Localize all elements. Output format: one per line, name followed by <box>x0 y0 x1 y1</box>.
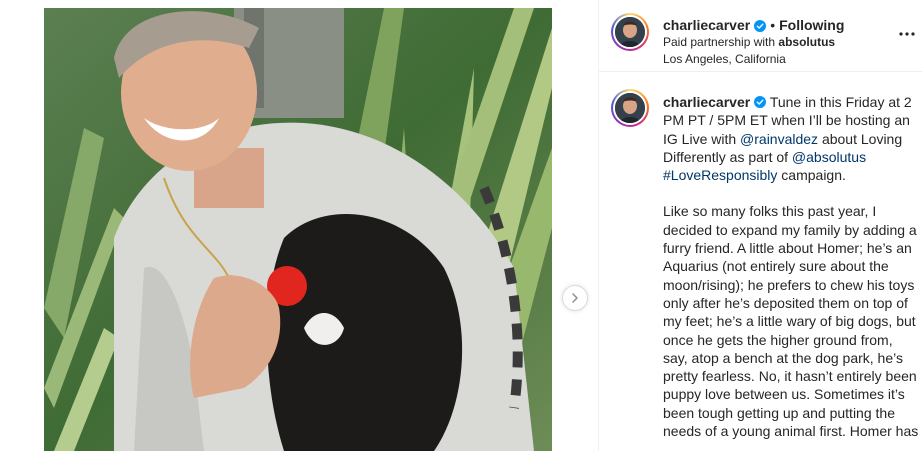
partnership-line: Paid partnership with absolutus <box>663 34 893 51</box>
post-photo[interactable] <box>44 8 552 451</box>
media-pane <box>0 0 598 451</box>
verified-badge-icon <box>754 19 767 32</box>
header-info: charliecarver • Following Paid partnersh… <box>663 17 893 68</box>
caption-area: charliecarver Tune in this Friday at 2 P… <box>599 73 922 451</box>
partnership-label: Paid partnership with <box>663 35 776 49</box>
more-options-icon[interactable] <box>897 24 917 44</box>
caption-paragraph-2: Like so many folks this past year, I dec… <box>663 203 919 440</box>
mention-absolutus[interactable]: @absolutus <box>792 149 866 165</box>
separator-dot: • <box>770 17 776 33</box>
partner-link[interactable]: absolutus <box>778 35 835 49</box>
caption-username[interactable]: charliecarver <box>663 94 750 110</box>
caption-paragraph-1: charliecarver Tune in this Friday at 2 P… <box>663 93 921 184</box>
avatar-image <box>615 93 645 123</box>
verified-badge-icon <box>754 96 767 108</box>
post-header: charliecarver • Following Paid partnersh… <box>599 0 922 72</box>
mention-rainvaldez[interactable]: @rainvaldez <box>740 131 818 147</box>
chevron-right-icon <box>572 293 578 303</box>
post-details-pane: charliecarver • Following Paid partnersh… <box>598 0 922 451</box>
hashtag-loveresponsibly[interactable]: #LoveResponsibly <box>663 167 777 183</box>
location-link[interactable]: Los Angeles, California <box>663 51 893 68</box>
next-photo-button[interactable] <box>562 285 588 311</box>
author-avatar[interactable] <box>611 13 649 51</box>
author-username[interactable]: charliecarver <box>663 17 750 34</box>
caption-avatar[interactable] <box>611 89 649 127</box>
caption-text: charliecarver Tune in this Friday at 2 P… <box>663 93 921 440</box>
photo-illustration <box>44 8 552 451</box>
avatar-image <box>615 17 645 47</box>
following-button[interactable]: Following <box>779 17 844 34</box>
caption-intro-3: campaign. <box>781 167 846 184</box>
